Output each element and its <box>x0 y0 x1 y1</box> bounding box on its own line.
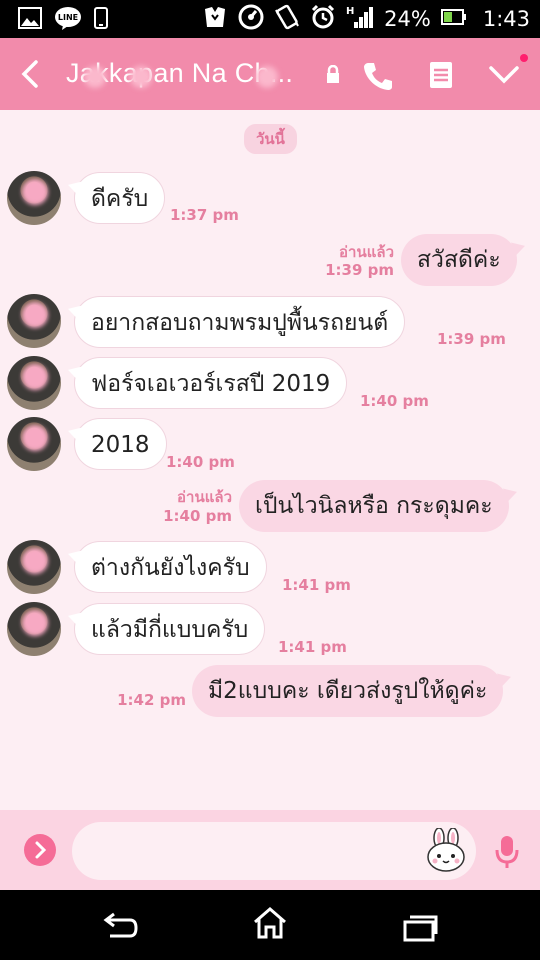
chevron-right-icon[interactable] <box>24 834 56 866</box>
back-icon[interactable] <box>16 56 46 92</box>
battery-percent: 24% <box>384 7 431 31</box>
vibrate-icon <box>274 4 300 34</box>
avatar[interactable] <box>7 417 61 471</box>
lock-icon <box>325 64 341 89</box>
home-icon[interactable] <box>252 906 288 944</box>
gallery-icon <box>18 7 42 33</box>
line-icon: LINE <box>54 6 82 34</box>
message-bubble-incoming[interactable]: แล้วมีกี่แบบครับ <box>74 603 266 655</box>
message-time: 1:39 pm <box>437 330 506 348</box>
chat-area[interactable]: วันนี้ ดีครับ 1:37 pm อ่านแล้ว 1:39 pm ส… <box>0 110 540 810</box>
message-time: 1:37 pm <box>170 206 239 224</box>
speedometer-icon <box>238 4 264 34</box>
name-blur <box>256 66 278 88</box>
svg-text:H: H <box>346 6 354 17</box>
signal-icon: H <box>346 4 374 34</box>
message-bubble-outgoing[interactable]: มี2แบบคะ เดียวส่งรูปให้ดูค่ะ <box>192 665 504 717</box>
message-time: 1:42 pm <box>117 691 186 709</box>
date-separator: วันนี้ <box>244 124 297 154</box>
message-time: 1:40 pm <box>360 392 429 410</box>
message-time: 1:41 pm <box>278 638 347 656</box>
avatar[interactable] <box>7 602 61 656</box>
phone-icon <box>94 7 108 33</box>
svg-text:LINE: LINE <box>58 13 78 22</box>
message-bubble-incoming[interactable]: ต่างกันยังไงครับ <box>74 541 267 593</box>
chevron-down-icon[interactable] <box>488 64 520 90</box>
message-bubble-incoming[interactable]: ดีครับ <box>74 172 166 224</box>
mic-icon[interactable] <box>494 834 520 874</box>
message-bubble-outgoing[interactable]: เป็นไวนิลหรือ กระดุมคะ <box>239 480 509 532</box>
avatar[interactable] <box>7 356 61 410</box>
message-bubble-outgoing[interactable]: สวัสดีค่ะ <box>401 234 517 286</box>
avatar[interactable] <box>7 540 61 594</box>
sticker-icon[interactable] <box>426 827 468 876</box>
name-blur <box>130 66 152 88</box>
message-time: 1:40 pm <box>163 507 232 525</box>
message-time: 1:39 pm <box>325 261 394 279</box>
battery-icon <box>440 8 467 30</box>
status-bar: LINE H 24% 1:43 <box>0 0 540 38</box>
menu-icon[interactable] <box>428 60 454 94</box>
recent-apps-icon[interactable] <box>402 914 438 946</box>
avatar[interactable] <box>7 294 61 348</box>
read-receipt: อ่านแล้ว <box>177 488 232 506</box>
back-nav-icon[interactable] <box>100 912 140 946</box>
chat-header: Jakkapan Na Ch... <box>0 38 540 110</box>
message-input[interactable] <box>72 822 476 880</box>
message-time: 1:40 pm <box>166 453 235 471</box>
message-bubble-incoming[interactable]: 2018 <box>74 418 167 470</box>
notification-dot <box>520 54 528 62</box>
clock: 1:43 <box>482 7 530 31</box>
call-icon[interactable] <box>362 60 394 96</box>
name-blur <box>84 66 106 88</box>
alarm-icon <box>310 4 336 34</box>
message-bubble-incoming[interactable]: อยากสอบถามพรมปูพื้นรถยนต์ <box>74 296 406 348</box>
hanger-icon <box>202 5 228 33</box>
message-bubble-incoming[interactable]: ฟอร์จเอเวอร์เรสปี 2019 <box>74 357 348 409</box>
avatar[interactable] <box>7 171 61 225</box>
message-time: 1:41 pm <box>282 576 351 594</box>
